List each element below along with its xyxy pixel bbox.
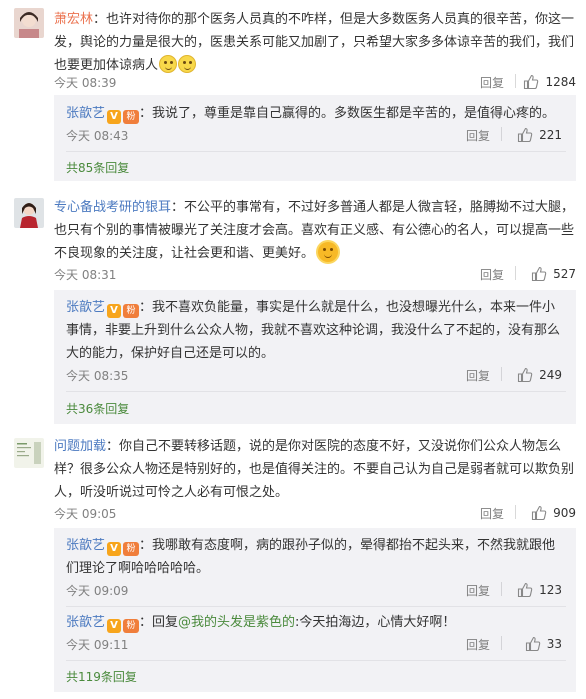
reply-text: 张歆艺 V 粉：我说了，尊重是靠自己赢得的。多数医生都是辛苦的，是值得心疼的。	[66, 102, 566, 125]
thumbs-up-icon	[525, 636, 540, 652]
verified-badge-icon: V	[107, 542, 122, 556]
username[interactable]: 张歆艺	[66, 106, 105, 121]
comment-body: ：也许对待你的那个医务人员真的不咋样，但是大多数医务人员真的很辛苦，你这一发，舆…	[54, 12, 575, 73]
divider	[501, 127, 502, 141]
reply-button[interactable]: 回复	[480, 74, 504, 91]
timestamp: 今天 09:05	[54, 507, 117, 521]
comment-text: 专心备战考研的银耳：不公平的事常有，不过好多普通人都是人微言轻，胳膊拗不过大腿，…	[54, 196, 576, 265]
like-count: 33	[546, 637, 562, 651]
timestamp: 今天 09:09	[66, 584, 129, 598]
verified-badge-icon: V	[107, 619, 122, 633]
timestamp: 今天 08:43	[66, 129, 129, 143]
divider	[66, 606, 566, 607]
like-count: 221	[539, 128, 562, 142]
username[interactable]: 问题加载	[54, 439, 106, 454]
reply-button[interactable]: 回复	[466, 367, 490, 384]
like-button[interactable]: 527	[531, 264, 576, 284]
verified-badge-icon: V	[107, 110, 122, 124]
comment-meta: 今天 08:31 回复 527	[54, 264, 576, 284]
fan-badge-icon: 粉	[123, 542, 140, 556]
comment-meta: 今天 08:39 回复 1284	[54, 72, 576, 92]
like-count: 249	[539, 368, 562, 382]
comment-body: ：你自己不要转移话题，说的是你对医院的态度不好，又没说你们公众人物怎么样？很多公…	[54, 439, 575, 500]
reply-button[interactable]: 回复	[466, 636, 490, 653]
smile-emoji-icon	[178, 55, 197, 73]
reply-meta: 今天 09:09 回复 123	[66, 580, 562, 600]
avatar[interactable]	[14, 438, 44, 468]
reply-body: ：我哪敢有态度啊，病的跟孙子似的，晕得都抬不起头来，不然我就跟他们理论了啊哈哈哈…	[66, 538, 556, 576]
reply-body: ：我不喜欢负能量，事实是什么就是什么，也没想曝光什么，本来一件小事情，非要上升到…	[66, 300, 561, 361]
like-button[interactable]: 1284	[523, 72, 576, 92]
reply-box: 张歆艺 V 粉：我说了，尊重是靠自己赢得的。多数医生都是辛苦的，是值得心疼的。 今天…	[54, 95, 576, 181]
reply-button[interactable]: 回复	[466, 127, 490, 144]
divider	[501, 582, 502, 596]
avatar[interactable]	[14, 198, 44, 228]
username[interactable]: 张歆艺	[66, 538, 105, 553]
like-count: 527	[553, 267, 576, 281]
divider	[66, 660, 566, 661]
thumbs-up-icon	[532, 266, 547, 282]
divider	[66, 391, 566, 392]
like-button[interactable]: 249	[517, 365, 562, 385]
mention-link[interactable]: @我的头发是紫色的	[178, 615, 295, 630]
divider	[66, 151, 566, 152]
like-count: 123	[539, 583, 562, 597]
fan-badge-icon: 粉	[123, 304, 140, 318]
more-replies-link[interactable]: 共85条回复	[66, 159, 129, 176]
reply-meta: 今天 08:35 回复 249	[66, 365, 562, 385]
reply-meta: 今天 08:43 回复 221	[66, 125, 562, 145]
divider	[501, 636, 502, 650]
divider	[515, 505, 516, 519]
like-count: 1284	[545, 75, 576, 89]
like-count: 909	[553, 506, 576, 520]
smile-emoji-icon	[159, 55, 178, 73]
thumbs-up-icon	[532, 505, 547, 521]
reply-body: ：我说了，尊重是靠自己赢得的。多数医生都是辛苦的，是值得心疼的。	[139, 106, 556, 121]
reply-box: 张歆艺 V 粉：我不喜欢负能量，事实是什么就是什么，也没想曝光什么，本来一件小事情，…	[54, 290, 576, 424]
reply-text: 张歆艺 V 粉：我不喜欢负能量，事实是什么就是什么，也没想曝光什么，本来一件小事情，…	[66, 296, 566, 365]
divider	[515, 266, 516, 280]
like-button[interactable]: 33	[525, 634, 562, 654]
comment-text: 萧宏林：也许对待你的那个医务人员真的不咋样，但是大多数医务人员真的很辛苦，你这一…	[54, 8, 576, 77]
thumbs-up-icon	[518, 367, 533, 383]
username[interactable]: 张歆艺	[66, 615, 105, 630]
timestamp: 今天 09:11	[66, 638, 129, 652]
reply-button[interactable]: 回复	[480, 266, 504, 283]
divider	[515, 74, 516, 88]
reply-text: 张歆艺 V 粉：回复@我的头发是紫色的:今天拍海边，心情大好啊！	[66, 611, 566, 634]
like-button[interactable]: 123	[517, 580, 562, 600]
reply-button[interactable]: 回复	[480, 505, 504, 522]
username[interactable]: 萧宏林	[54, 12, 93, 27]
more-replies-link[interactable]: 共119条回复	[66, 668, 137, 685]
reply-body: :今天拍海边，心情大好啊！	[295, 615, 456, 630]
reply-text: 张歆艺 V 粉：我哪敢有态度啊，病的跟孙子似的，晕得都抬不起头来，不然我就跟他们理论…	[66, 534, 566, 580]
fan-badge-icon: 粉	[123, 619, 140, 633]
thumbs-up-icon	[524, 74, 539, 90]
divider	[501, 367, 502, 381]
verified-badge-icon: V	[107, 304, 122, 318]
like-button[interactable]: 221	[517, 125, 562, 145]
fan-badge-icon: 粉	[123, 110, 140, 124]
reply-meta: 今天 09:11 回复 33	[66, 634, 562, 654]
username[interactable]: 张歆艺	[66, 300, 105, 315]
username[interactable]: 专心备战考研的银耳	[54, 200, 171, 215]
reply-button[interactable]: 回复	[466, 582, 490, 599]
thumbs-up-icon	[518, 582, 533, 598]
avatar[interactable]	[14, 8, 44, 38]
comment-meta: 今天 09:05 回复 909	[54, 503, 576, 523]
timestamp: 今天 08:31	[54, 268, 117, 282]
like-button[interactable]: 909	[531, 503, 576, 523]
timestamp: 今天 08:35	[66, 369, 129, 383]
more-replies-link[interactable]: 共36条回复	[66, 400, 129, 417]
reply-prefix: ：回复	[139, 615, 179, 630]
sun-emoji-icon	[318, 242, 339, 262]
reply-box: 张歆艺 V 粉：我哪敢有态度啊，病的跟孙子似的，晕得都抬不起头来，不然我就跟他们理论…	[54, 528, 576, 692]
timestamp: 今天 08:39	[54, 76, 117, 90]
thumbs-up-icon	[518, 127, 533, 143]
comment-text: 问题加载：你自己不要转移话题，说的是你对医院的态度不好，又没说你们公众人物怎么样…	[54, 435, 576, 504]
